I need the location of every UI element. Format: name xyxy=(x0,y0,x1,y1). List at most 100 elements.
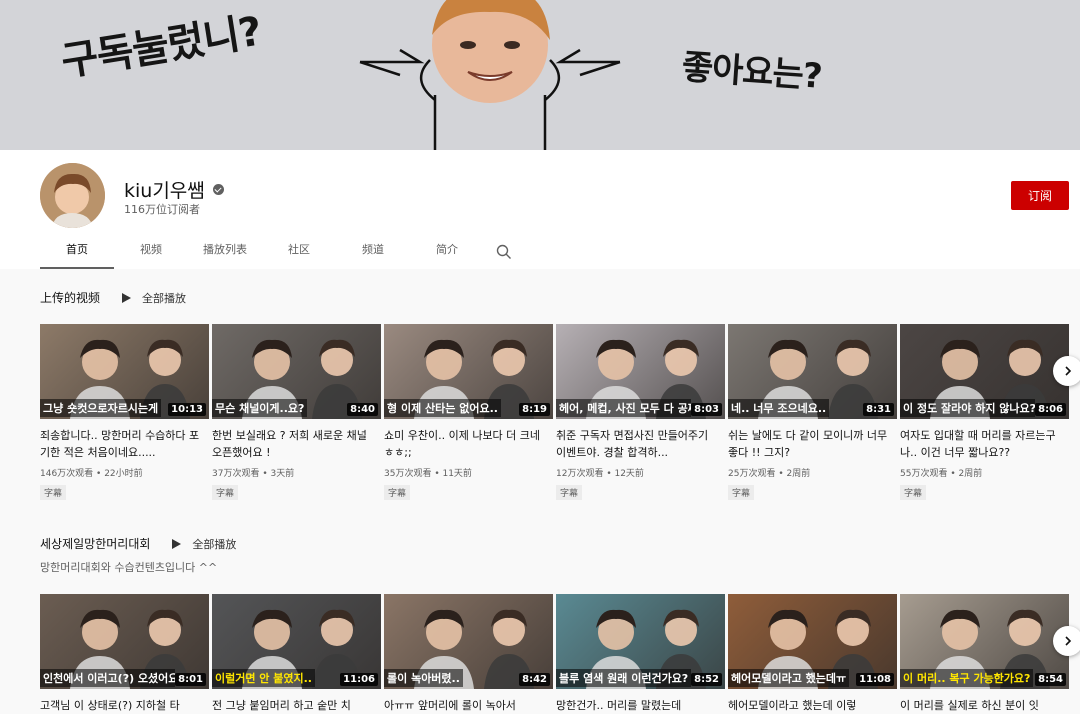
video-meta: 37万次观看 • 3天前 xyxy=(212,469,295,479)
video-thumbnail[interactable]: 헤어모델이라고 했는데ㅠ 11:08 xyxy=(728,594,897,689)
play-icon xyxy=(122,292,132,303)
tab-channels[interactable]: 频道 xyxy=(336,234,410,269)
video-card[interactable]: 이럴거면 안 붙였지.. 11:06 전 그냥 붙임머리 하고 숱만 치 xyxy=(212,594,381,714)
next-arrow-button[interactable] xyxy=(1053,626,1080,656)
video-thumbnail[interactable]: 롤이 녹아버렸.. 8:42 xyxy=(384,594,553,689)
verified-check-icon xyxy=(212,184,224,195)
video-title[interactable]: 취준 구독자 면접사진 만들어주기 이벤트야. 경찰 합격하... xyxy=(556,427,725,461)
tab-community[interactable]: 社区 xyxy=(262,234,336,269)
subscriber-count: 116万位订阅者 xyxy=(124,203,200,216)
video-meta: 35万次观看 • 11天前 xyxy=(384,469,472,479)
video-card[interactable]: 이 머리.. 복구 가능한가요? 8:54 이 머리를 실제로 하신 분이 잇 xyxy=(900,594,1069,714)
video-title[interactable]: 이 머리를 실제로 하신 분이 잇 xyxy=(900,697,1069,714)
video-row-uploads: 그냥 숏컷으로자르시는게 10:13 죄송합니다.. 망한머리 수습하다 포기한 적… xyxy=(40,324,1069,500)
section-title-uploads: 上传的视频 全部播放 xyxy=(40,289,186,306)
channel-name-text: kiu기우쌤 xyxy=(124,180,205,202)
thumbnail-caption: 인천에서 이러고(?) 오셨어요..? xyxy=(40,669,175,687)
video-title[interactable]: 쇼미 우찬이.. 이제 나보다 더 크네 ㅎㅎ;; xyxy=(384,427,553,461)
thumbnail-caption: 네.. 너무 조으네요.. xyxy=(728,399,830,417)
video-card[interactable]: 형 이제 산타는 없어요.. 8:19 쇼미 우찬이.. 이제 나보다 더 크네 ㅎ… xyxy=(384,324,553,500)
video-duration: 8:01 xyxy=(175,673,206,686)
subtitle-badge: 字幕 xyxy=(212,485,239,500)
avatar-image xyxy=(40,163,105,228)
thumbnail-caption: 무슨 채널이게..요? xyxy=(212,399,308,417)
section-title-text: 세상제일망한머리대회 xyxy=(40,537,151,551)
subtitle-badge: 字幕 xyxy=(900,485,927,500)
video-title[interactable]: 쉬는 날에도 다 같이 모이니까 너무 좋다 !! 그지? xyxy=(728,427,897,461)
channel-header: kiu기우쌤 116万位订阅者 订阅 首页 视频 播放列表 社区 频道 简介 xyxy=(0,150,1080,269)
next-arrow-button[interactable] xyxy=(1053,356,1080,386)
video-duration: 8:40 xyxy=(347,403,378,416)
video-thumbnail[interactable]: 네.. 너무 조으네요.. 8:31 xyxy=(728,324,897,419)
video-title[interactable]: 헤어모델이라고 했는데 이렇 xyxy=(728,697,897,714)
banner-character-illustration xyxy=(359,0,621,150)
subscribe-button[interactable]: 订阅 xyxy=(1011,181,1069,210)
video-duration: 8:52 xyxy=(691,673,722,686)
play-all-button[interactable]: 全部播放 xyxy=(172,536,236,552)
video-card[interactable]: 헤어, 메컵, 사진 모두 다 공짜이옵니까..?8:03 취준 구독자 면접사진… xyxy=(556,324,725,500)
channel-tabs: 首页 视频 播放列表 社区 频道 简介 xyxy=(40,234,524,269)
video-card[interactable]: 롤이 녹아버렸.. 8:42 아ㅠㅠ 앞머리에 롤이 녹아서 xyxy=(384,594,553,714)
channel-search-button[interactable] xyxy=(484,234,524,269)
subtitle-badge: 字幕 xyxy=(384,485,411,500)
video-card[interactable]: 헤어모델이라고 했는데ㅠ 11:08 헤어모델이라고 했는데 이렇 xyxy=(728,594,897,714)
video-title[interactable]: 고객님 이 상태로(?) 지하철 타 xyxy=(40,697,209,714)
video-duration: 10:13 xyxy=(168,403,206,416)
video-duration: 8:54 xyxy=(1035,673,1066,686)
thumbnail-caption: 이 머리.. 복구 가능한가요? xyxy=(900,669,1034,687)
video-card[interactable]: 인천에서 이러고(?) 오셨어요..?8:01 고객님 이 상태로(?) 지하철 … xyxy=(40,594,209,714)
video-thumbnail[interactable]: 형 이제 산타는 없어요.. 8:19 xyxy=(384,324,553,419)
video-thumbnail[interactable]: 블루 염색 원래 이런건가요? 8:52 xyxy=(556,594,725,689)
video-row-playlist: 인천에서 이러고(?) 오셨어요..?8:01 고객님 이 상태로(?) 지하철 … xyxy=(40,594,1069,714)
video-card[interactable]: 블루 염색 원래 이런건가요? 8:52 망한건가.. 머리를 말렸는데 xyxy=(556,594,725,714)
video-thumbnail[interactable]: 이 머리.. 복구 가능한가요? 8:54 xyxy=(900,594,1069,689)
video-title[interactable]: 여자도 입대할 때 머리를 자르는구나.. 이건 너무 짧나요?? xyxy=(900,427,1069,461)
video-duration: 11:06 xyxy=(340,673,378,686)
tab-home[interactable]: 首页 xyxy=(40,234,114,269)
tab-videos[interactable]: 视频 xyxy=(114,234,188,269)
video-duration: 8:19 xyxy=(519,403,550,416)
subtitle-badge: 字幕 xyxy=(728,485,755,500)
thumbnail-caption: 헤어, 메컵, 사진 모두 다 공짜이옵니까..? xyxy=(556,399,691,417)
channel-banner: 구독눌렀니? 좋아요는? xyxy=(0,0,1080,150)
video-card[interactable]: 그냥 숏컷으로자르시는게 10:13 죄송합니다.. 망한머리 수습하다 포기한 적… xyxy=(40,324,209,500)
video-title[interactable]: 죄송합니다.. 망한머리 수습하다 포기한 적은 처음이네요..... xyxy=(40,427,209,461)
tab-playlists[interactable]: 播放列表 xyxy=(188,234,262,269)
thumbnail-caption: 그냥 숏컷으로자르시는게 xyxy=(40,399,162,417)
video-duration: 8:42 xyxy=(519,673,550,686)
channel-avatar[interactable] xyxy=(40,163,105,228)
section-description: 망한머리대회와 수습컨텐츠입니다 ^^ xyxy=(40,561,218,574)
section-title-playlist: 세상제일망한머리대회 全部播放 xyxy=(40,535,236,552)
play-all-button[interactable]: 全部播放 xyxy=(122,290,186,306)
thumbnail-caption: 이럴거면 안 붙였지.. xyxy=(212,669,315,687)
video-card[interactable]: 네.. 너무 조으네요.. 8:31 쉬는 날에도 다 같이 모이니까 너무 좋다 … xyxy=(728,324,897,500)
video-title[interactable]: 망한건가.. 머리를 말렸는데 xyxy=(556,697,725,714)
chevron-right-icon xyxy=(1065,636,1072,646)
section-title-text: 上传的视频 xyxy=(40,291,101,305)
banner-right-text: 좋아요는? xyxy=(680,47,823,97)
video-meta: 25万次观看 • 2周前 xyxy=(728,469,811,479)
video-thumbnail[interactable]: 무슨 채널이게..요? 8:40 xyxy=(212,324,381,419)
thumbnail-caption: 이 정도 잘라야 하지 않나요? xyxy=(900,399,1035,417)
subtitle-badge: 字幕 xyxy=(556,485,583,500)
video-meta: 146万次观看 • 22小时前 xyxy=(40,469,143,479)
video-card[interactable]: 이 정도 잘라야 하지 않나요? 8:06 여자도 입대할 때 머리를 자르는구나.… xyxy=(900,324,1069,500)
play-all-label: 全部播放 xyxy=(192,537,237,551)
play-all-label: 全部播放 xyxy=(142,291,187,305)
video-thumbnail[interactable]: 인천에서 이러고(?) 오셨어요..?8:01 xyxy=(40,594,209,689)
video-card[interactable]: 무슨 채널이게..요? 8:40 한번 보실래요 ? 저희 새로운 채널 오픈했어요… xyxy=(212,324,381,500)
video-thumbnail[interactable]: 그냥 숏컷으로자르시는게 10:13 xyxy=(40,324,209,419)
video-title[interactable]: 전 그냥 붙임머리 하고 숱만 치 xyxy=(212,697,381,714)
video-duration: 8:06 xyxy=(1035,403,1066,416)
video-duration: 11:08 xyxy=(856,673,894,686)
video-thumbnail[interactable]: 이 정도 잘라야 하지 않나요? 8:06 xyxy=(900,324,1069,419)
video-thumbnail[interactable]: 헤어, 메컵, 사진 모두 다 공짜이옵니까..?8:03 xyxy=(556,324,725,419)
thumbnail-caption: 형 이제 산타는 없어요.. xyxy=(384,399,501,417)
tab-about[interactable]: 简介 xyxy=(410,234,484,269)
video-title[interactable]: 한번 보실래요 ? 저희 새로운 채널 오픈했어요 ! xyxy=(212,427,381,461)
video-duration: 8:31 xyxy=(863,403,894,416)
video-thumbnail[interactable]: 이럴거면 안 붙였지.. 11:06 xyxy=(212,594,381,689)
video-title[interactable]: 아ㅠㅠ 앞머리에 롤이 녹아서 xyxy=(384,697,553,714)
thumbnail-caption: 롤이 녹아버렸.. xyxy=(384,669,463,687)
video-duration: 8:03 xyxy=(691,403,722,416)
